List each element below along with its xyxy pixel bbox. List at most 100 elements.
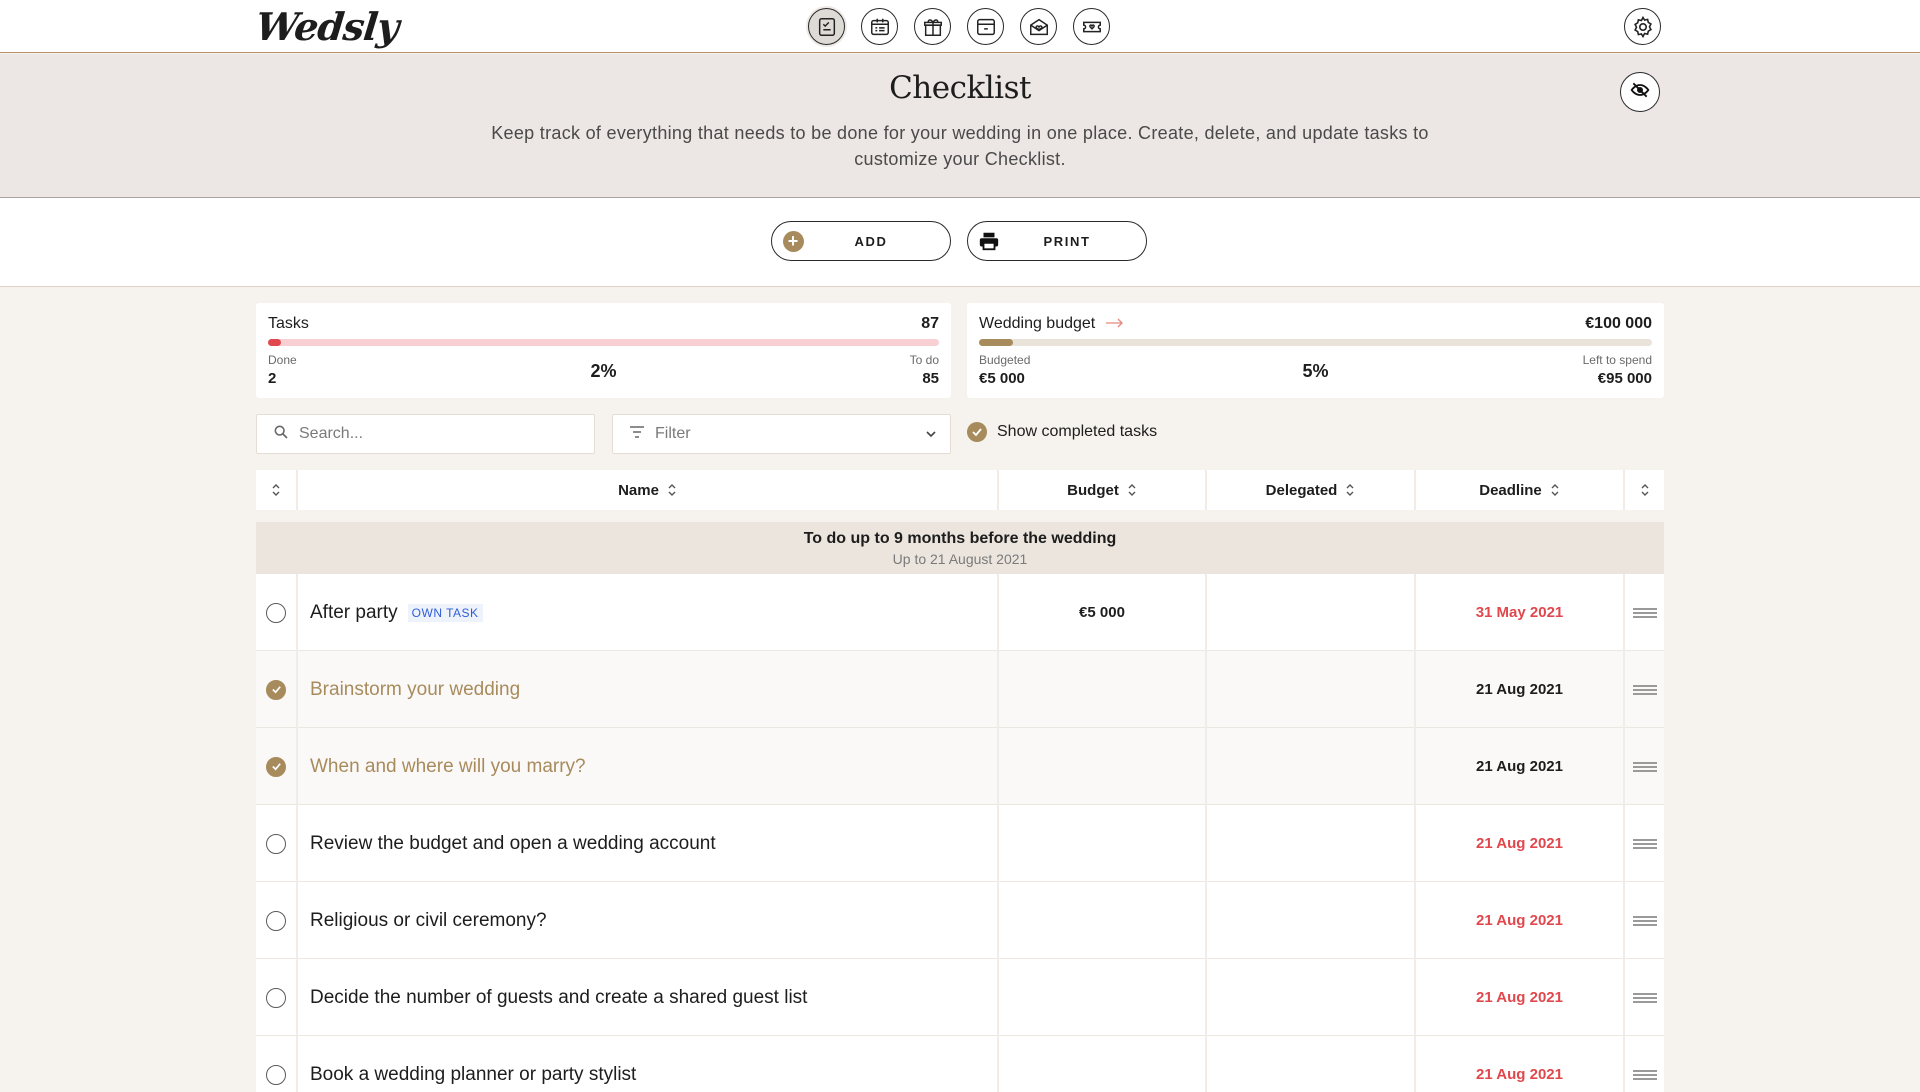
table-row[interactable]: Religious or civil ceremony? 21 Aug 2021: [256, 882, 1664, 959]
drag-handle-cell[interactable]: [1625, 882, 1664, 959]
deadline-cell[interactable]: 21 Aug 2021: [1416, 959, 1625, 1036]
task-name-cell[interactable]: Book a wedding planner or party stylist: [298, 1036, 999, 1092]
complete-checkbox[interactable]: [266, 756, 286, 777]
complete-checkbox[interactable]: [266, 833, 286, 854]
left-to-spend-value: €95 000: [1597, 370, 1652, 387]
drag-handle-cell[interactable]: [1625, 574, 1664, 651]
budget-cell[interactable]: [999, 651, 1207, 728]
budget-cell[interactable]: [999, 805, 1207, 882]
task-deadline: 21 Aug 2021: [1476, 758, 1563, 775]
budget-summary-card[interactable]: Wedding budget €100 000 Budgeted €5 000 …: [967, 303, 1664, 398]
drag-handle-icon[interactable]: [1632, 761, 1657, 772]
checklist-nav-icon[interactable]: [808, 8, 845, 45]
order-sort-header[interactable]: [1625, 470, 1664, 510]
delegated-cell[interactable]: [1207, 805, 1416, 882]
task-name: When and where will you marry?: [310, 755, 586, 777]
logo[interactable]: Wedsly: [254, 4, 401, 49]
task-name-cell[interactable]: When and where will you marry?: [298, 728, 999, 805]
budget-title[interactable]: Wedding budget: [979, 315, 1124, 333]
status-cell: [256, 805, 298, 882]
drag-handle-cell[interactable]: [1625, 1036, 1664, 1092]
chevron-down-icon: [924, 427, 938, 446]
deadline-cell[interactable]: 31 May 2021: [1416, 574, 1625, 651]
task-name-cell[interactable]: After party OWN TASK: [298, 574, 999, 651]
delegated-column-header[interactable]: Delegated: [1207, 470, 1416, 510]
deadline-cell[interactable]: 21 Aug 2021: [1416, 728, 1625, 805]
invitation-nav-icon[interactable]: [1020, 8, 1057, 45]
drag-handle-cell[interactable]: [1625, 805, 1664, 882]
deadline-cell[interactable]: 21 Aug 2021: [1416, 882, 1625, 959]
tasks-total: 87: [921, 315, 939, 332]
drag-handle-cell[interactable]: [1625, 959, 1664, 1036]
todo-label: To do: [909, 353, 939, 367]
hide-header-button[interactable]: [1620, 72, 1660, 112]
sort-icon: [668, 484, 676, 496]
drag-handle-cell[interactable]: [1625, 728, 1664, 805]
task-name-cell[interactable]: Religious or civil ceremony?: [298, 882, 999, 959]
drag-handle-cell[interactable]: [1625, 651, 1664, 728]
search-input[interactable]: Search...: [256, 414, 595, 454]
print-button[interactable]: PRINT: [967, 221, 1147, 261]
delegated-cell[interactable]: [1207, 1036, 1416, 1092]
guestlist-nav-icon[interactable]: [861, 8, 898, 45]
budget-column-header[interactable]: Budget: [999, 470, 1207, 510]
name-column-header[interactable]: Name: [298, 470, 999, 510]
complete-checkbox[interactable]: [266, 679, 286, 700]
delegated-cell[interactable]: [1207, 651, 1416, 728]
table-row[interactable]: Book a wedding planner or party stylist 2…: [256, 1036, 1664, 1092]
drag-handle-icon[interactable]: [1632, 607, 1657, 618]
delegated-cell[interactable]: [1207, 959, 1416, 1036]
delegated-column-label: Delegated: [1265, 481, 1338, 499]
gear-icon[interactable]: [1624, 8, 1661, 45]
budget-total: €100 000: [1585, 315, 1652, 332]
gift-nav-icon[interactable]: [914, 8, 951, 45]
show-completed-toggle[interactable]: Show completed tasks: [967, 422, 1157, 442]
seating-nav-icon[interactable]: [967, 8, 1004, 45]
drag-handle-icon[interactable]: [1632, 838, 1657, 849]
status-cell: [256, 1036, 298, 1092]
arrow-right-icon: [1105, 315, 1124, 333]
task-deadline: 21 Aug 2021: [1476, 681, 1563, 698]
complete-checkbox[interactable]: [266, 987, 286, 1008]
todo-value: 85: [922, 370, 939, 387]
status-sort-header[interactable]: [256, 470, 298, 510]
delegated-cell[interactable]: [1207, 728, 1416, 805]
task-name: Religious or civil ceremony?: [310, 909, 547, 931]
sort-icon: [272, 484, 280, 496]
deadline-cell[interactable]: 21 Aug 2021: [1416, 805, 1625, 882]
drag-handle-icon[interactable]: [1632, 1069, 1657, 1080]
table-row[interactable]: After party OWN TASK €5 000 31 May 2021: [256, 574, 1664, 651]
tasks-percent: 2%: [590, 361, 617, 381]
filter-select[interactable]: Filter: [612, 414, 951, 454]
tasks-title: Tasks: [268, 315, 309, 332]
delegated-cell[interactable]: [1207, 574, 1416, 651]
deadline-cell[interactable]: 21 Aug 2021: [1416, 1036, 1625, 1092]
task-name-cell[interactable]: Review the budget and open a wedding acc…: [298, 805, 999, 882]
budget-cell[interactable]: [999, 728, 1207, 805]
budget-column-label: Budget: [1067, 481, 1119, 499]
budget-cell[interactable]: [999, 959, 1207, 1036]
complete-checkbox[interactable]: [266, 1064, 286, 1085]
complete-checkbox[interactable]: [266, 602, 286, 623]
table-row[interactable]: Review the budget and open a wedding acc…: [256, 805, 1664, 882]
drag-handle-icon[interactable]: [1632, 684, 1657, 695]
delegated-cell[interactable]: [1207, 882, 1416, 959]
budget-cell[interactable]: €5 000: [999, 574, 1207, 651]
complete-checkbox[interactable]: [266, 910, 286, 931]
table-row[interactable]: Brainstorm your wedding 21 Aug 2021: [256, 651, 1664, 728]
drag-handle-icon[interactable]: [1632, 915, 1657, 926]
deadline-cell[interactable]: 21 Aug 2021: [1416, 651, 1625, 728]
drag-handle-icon[interactable]: [1632, 992, 1657, 1003]
deadline-column-header[interactable]: Deadline: [1416, 470, 1625, 510]
actions-bar: + ADD PRINT: [0, 198, 1920, 287]
budget-cell[interactable]: [999, 882, 1207, 959]
status-cell: [256, 651, 298, 728]
show-completed-label: Show completed tasks: [997, 423, 1158, 440]
ticket-nav-icon[interactable]: [1073, 8, 1110, 45]
add-button[interactable]: + ADD: [771, 221, 951, 261]
task-name-cell[interactable]: Decide the number of guests and create a…: [298, 959, 999, 1036]
table-row[interactable]: Decide the number of guests and create a…: [256, 959, 1664, 1036]
task-name-cell[interactable]: Brainstorm your wedding: [298, 651, 999, 728]
budget-cell[interactable]: [999, 1036, 1207, 1092]
table-row[interactable]: When and where will you marry? 21 Aug 202…: [256, 728, 1664, 805]
